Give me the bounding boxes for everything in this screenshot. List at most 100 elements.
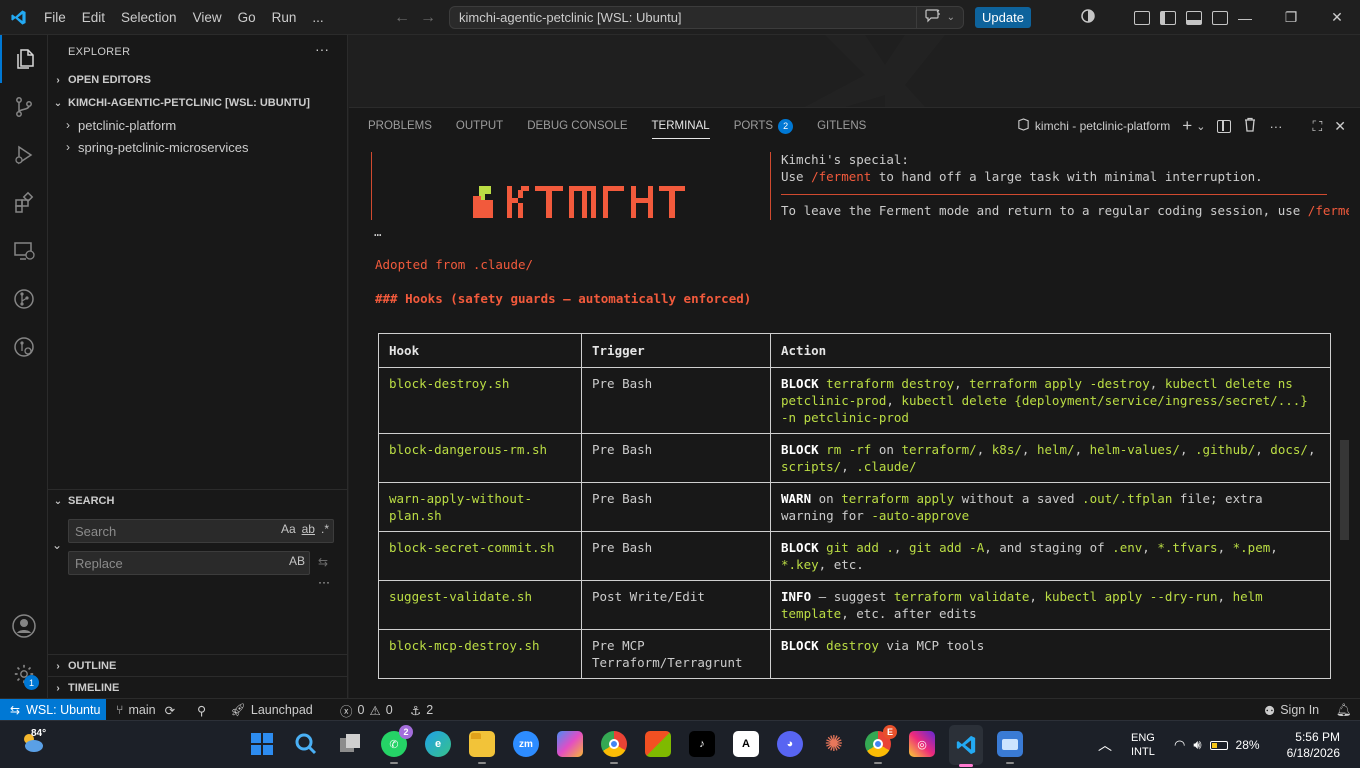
adopted-line: Adopted from .claude/ <box>375 257 534 272</box>
remote-indicator[interactable]: ⇆ WSL: Ubuntu <box>0 699 106 721</box>
preserve-case-icon[interactable]: AB <box>289 554 305 568</box>
run-debug-icon[interactable] <box>0 131 48 179</box>
replace-input[interactable]: Replace AB <box>68 551 310 575</box>
language-indicator[interactable]: ENG INTL <box>1131 721 1155 768</box>
tab-debug-console[interactable]: DEBUG CONSOLE <box>527 108 627 144</box>
copilot-app-icon[interactable] <box>557 731 583 757</box>
replace-all-icon[interactable]: ⇆ <box>318 555 328 569</box>
tab-gitlens[interactable]: GITLENS <box>817 108 866 144</box>
restore-icon[interactable]: ❐ <box>1268 0 1314 35</box>
zoom-icon[interactable]: zm <box>513 731 539 757</box>
trash-icon[interactable] <box>1243 117 1257 135</box>
folder-spring-petclinic-microservices[interactable]: › spring-petclinic-microservices <box>48 136 348 158</box>
chevron-down-icon[interactable]: ⌄ <box>1196 120 1205 133</box>
whatsapp-icon[interactable]: ✆ 2 <box>381 725 413 764</box>
discord-icon[interactable]: ◕ <box>777 731 803 757</box>
close-panel-icon[interactable]: ✕ <box>1334 118 1346 135</box>
copilot-icon[interactable] <box>1080 8 1096 27</box>
use-regex-icon[interactable]: .* <box>321 522 329 536</box>
search-input[interactable]: Search Aa ab .* <box>68 519 334 543</box>
toggle-panel-icon[interactable] <box>1186 10 1202 25</box>
outline-header[interactable]: › OUTLINE <box>48 655 348 677</box>
maximize-panel-icon[interactable]: ⛶ <box>1312 118 1322 135</box>
match-case-icon[interactable]: Aa <box>281 522 296 536</box>
gitlens-icon[interactable] <box>0 275 48 323</box>
menu-run[interactable]: Run <box>264 0 305 35</box>
launchpad-item[interactable]: 🚀︎ Launchpad <box>230 699 313 721</box>
terminal-output[interactable]: Kimchi's special: Use /ferment to hand o… <box>349 144 1349 699</box>
notifications-bell-icon[interactable]: 🔔︎ <box>1336 699 1352 721</box>
menu-view[interactable]: View <box>185 0 230 35</box>
menu-more[interactable]: ... <box>304 0 331 35</box>
tab-terminal[interactable]: TERMINAL <box>651 108 710 144</box>
close-window-icon[interactable]: ✕ <box>1314 0 1360 35</box>
a-app-icon[interactable]: A <box>733 731 759 757</box>
match-whole-word-icon[interactable]: ab <box>302 522 315 536</box>
terminal-scrollbar[interactable] <box>1338 190 1349 699</box>
folder-petclinic-platform[interactable]: › petclinic-platform <box>48 114 348 136</box>
more-actions-icon[interactable]: ··· <box>1269 119 1282 134</box>
minimize-icon[interactable]: — <box>1222 0 1268 35</box>
task-view-icon[interactable] <box>337 731 363 757</box>
manage-gear-icon[interactable]: 1 <box>0 650 48 698</box>
weather-widget[interactable]: 84° <box>20 728 46 758</box>
customize-layout-icon[interactable] <box>1134 10 1150 25</box>
sync-icon[interactable]: ⟳ <box>165 703 175 718</box>
command-center[interactable]: kimchi-agentic-petclinic [WSL: Ubuntu] ⌄ <box>449 6 964 29</box>
menu-selection[interactable]: Selection <box>113 0 185 35</box>
more-actions-icon[interactable]: ··· <box>315 41 329 57</box>
explorer-icon[interactable] <box>0 35 48 83</box>
toggle-primary-sidebar-icon[interactable] <box>1160 10 1176 25</box>
chevron-right-icon: › <box>56 74 60 86</box>
extensions-icon[interactable] <box>0 179 48 227</box>
toggle-replace-icon[interactable]: ⌄ <box>52 538 62 552</box>
scroll-thumb[interactable] <box>1340 440 1349 540</box>
tab-problems[interactable]: PROBLEMS <box>368 108 432 144</box>
system-tray[interactable]: ◠ 🔊︎ 28% <box>1174 721 1260 768</box>
source-control-icon[interactable] <box>0 83 48 131</box>
vscode-taskbar-icon[interactable] <box>949 725 983 767</box>
branch-indicator[interactable]: ⑂ main ⟳ <box>116 699 175 721</box>
account-icon[interactable] <box>0 602 48 650</box>
remote-desktop-icon[interactable] <box>997 731 1023 764</box>
copilot-chat-toggle[interactable]: ⌄ <box>915 7 963 28</box>
replace-options: AB <box>289 554 305 568</box>
problems-indicator[interactable]: ⓧ 0 ⚠ 0 <box>340 699 393 721</box>
workspace-header[interactable]: ⌄ KIMCHI-AGENTIC-PETCLINIC [WSL: UBUNTU] <box>48 92 348 114</box>
action-keyword: WARN <box>781 491 812 506</box>
sign-in-item[interactable]: ⚉ Sign In <box>1264 699 1319 721</box>
clock[interactable]: 5:56 PM 6/18/2026 <box>1285 721 1340 768</box>
show-hidden-icons[interactable]: ︿ <box>1098 721 1112 768</box>
chrome-profile-icon[interactable] <box>601 731 627 764</box>
instagram-icon[interactable]: ◎ <box>909 731 935 757</box>
timeline-header[interactable]: › TIMELINE <box>48 677 348 699</box>
windows-taskbar: 84° ✆ 2 e zm ♪ A ◕ ✺ E ◎ ︿ ENG INTL ◠ 🔊︎… <box>0 720 1360 768</box>
menu-file[interactable]: File <box>36 0 74 35</box>
edge-browser-icon[interactable]: e <box>425 731 451 757</box>
tiktok-icon[interactable]: ♪ <box>689 731 715 757</box>
split-terminal-icon[interactable] <box>1217 119 1232 133</box>
windows-start-icon[interactable] <box>249 731 275 757</box>
open-editors-header[interactable]: › OPEN EDITORS <box>48 69 348 91</box>
tab-ports[interactable]: PORTS 2 <box>734 108 794 144</box>
terminal-selector[interactable]: kimchi - petclinic-platform <box>1017 118 1170 134</box>
action-text: , <box>1217 589 1233 604</box>
gitlens-inspect-icon[interactable] <box>0 323 48 371</box>
chrome-icon[interactable]: E <box>865 725 897 764</box>
claude-icon[interactable]: ✺ <box>821 731 847 757</box>
tab-output[interactable]: OUTPUT <box>456 108 503 144</box>
ports-indicator[interactable]: ⚓︎ 2 <box>410 699 433 721</box>
menu-go[interactable]: Go <box>230 0 264 35</box>
forward-arrow-icon[interactable]: → <box>420 9 436 27</box>
remote-explorer-icon[interactable] <box>0 227 48 275</box>
back-arrow-icon[interactable]: ← <box>394 9 410 27</box>
update-button[interactable]: Update <box>975 7 1031 28</box>
search-details-icon[interactable]: ··· <box>318 575 330 589</box>
file-explorer-icon[interactable] <box>469 731 495 764</box>
new-terminal-icon[interactable]: + <box>1182 116 1192 136</box>
menu-edit[interactable]: Edit <box>74 0 113 35</box>
search-header[interactable]: ⌄ SEARCH <box>48 490 348 512</box>
microsoft-store-icon[interactable] <box>645 731 671 757</box>
gitlens-status-icon[interactable]: ⚲ <box>197 699 206 721</box>
search-icon[interactable] <box>293 731 319 757</box>
